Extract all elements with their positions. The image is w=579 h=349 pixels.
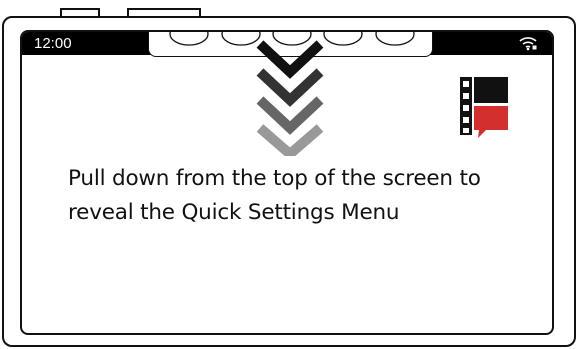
device-screen: 12:00 Pull down from the top of the scre… [20, 30, 554, 335]
instruction-text: Pull down from the top of the screen to … [68, 166, 481, 225]
chevron-down-icon [256, 40, 324, 79]
wifi-icon [519, 37, 537, 51]
status-time: 12:00 [34, 35, 72, 52]
film-chat-logo-icon [460, 77, 508, 138]
swipe-down-hint [256, 40, 324, 156]
device-illustration: 12:00 Pull down from the top of the scre… [0, 0, 579, 349]
